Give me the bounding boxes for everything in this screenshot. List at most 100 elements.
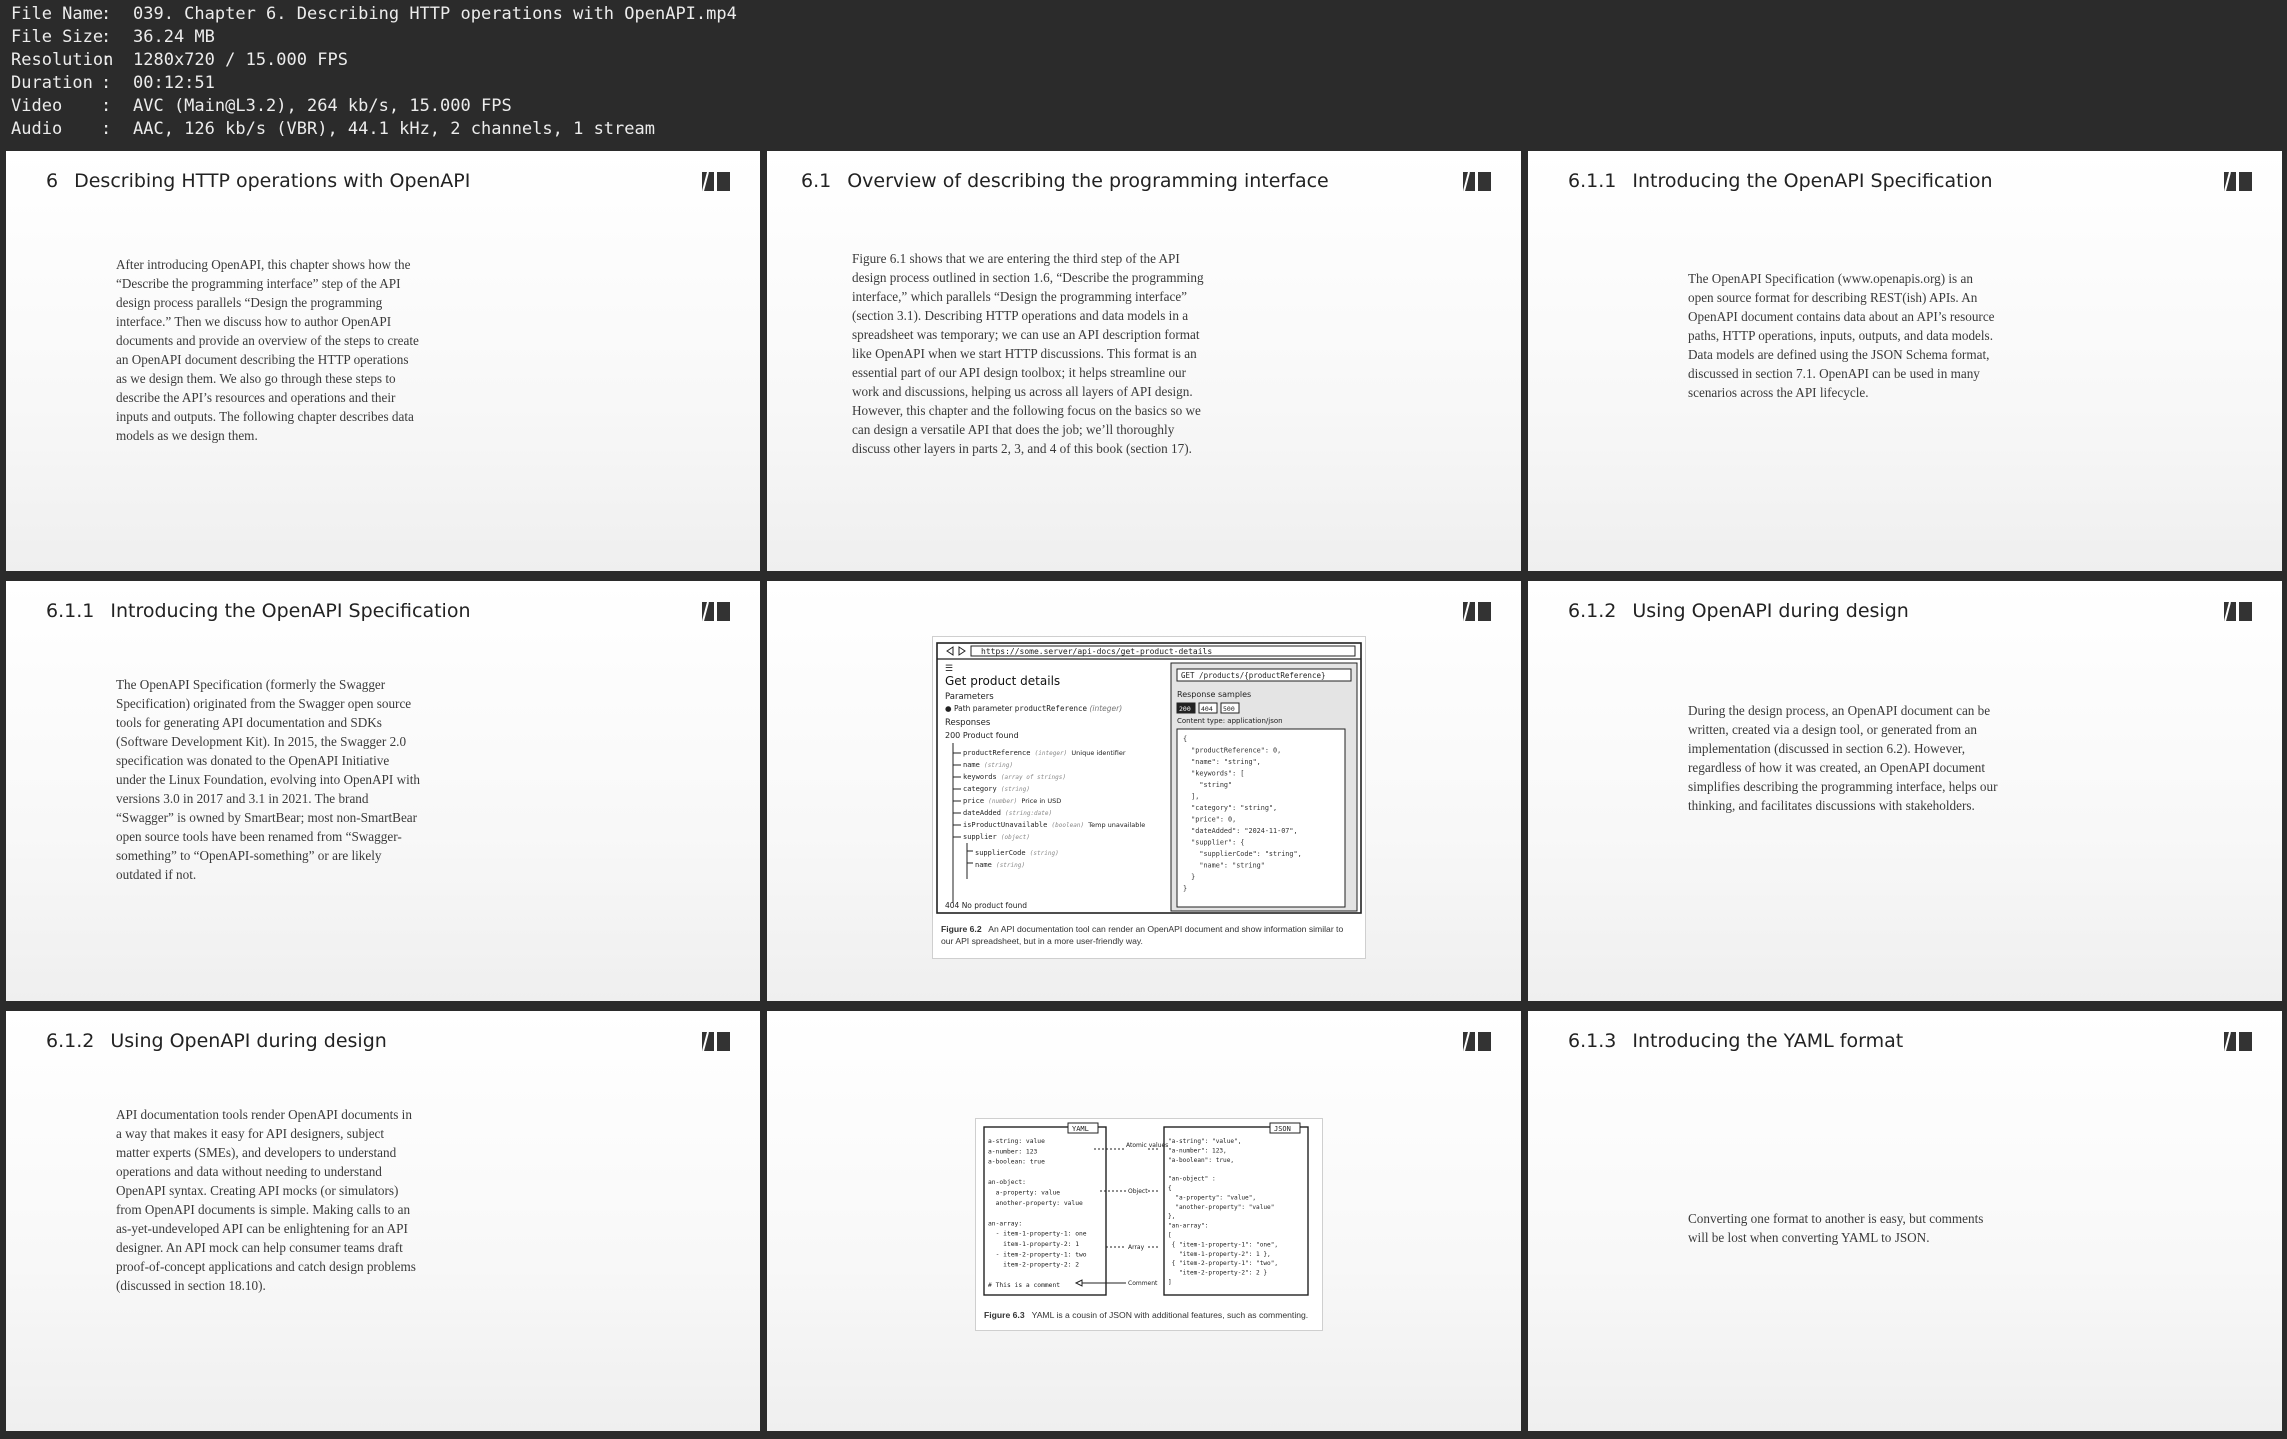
- section-title: Describing HTTP operations with OpenAPI: [74, 170, 471, 192]
- info-label: Video: [11, 96, 63, 116]
- slide-thumbnail[interactable]: 6.1.2 Using OpenAPI during design During …: [1528, 581, 2282, 1001]
- field-name: supplier: [963, 833, 997, 841]
- info-separator: :: [101, 27, 112, 47]
- file-info-row: File Name: 039. Chapter 6. Describing HTT…: [11, 3, 2287, 26]
- field-type: (string): [1030, 850, 1059, 857]
- yaml-line: a-string: value: [988, 1138, 1045, 1145]
- response-200-label: 200 Product found: [945, 731, 1019, 740]
- slide-thumbnail[interactable]: 6.1.2 Using OpenAPI during design API doc…: [6, 1011, 760, 1431]
- slide-thumbnail[interactable]: YAML JSON a-string: value a-number: 123 a-…: [767, 1011, 1521, 1431]
- info-separator: :: [101, 4, 112, 24]
- caption-label: Figure 6.3: [984, 1310, 1025, 1320]
- label-array: Array: [1128, 1244, 1145, 1251]
- slide-thumbnail[interactable]: 6.1.3 Introducing the YAML format Convert…: [1528, 1011, 2282, 1431]
- caption-label: Figure 6.2: [941, 924, 982, 934]
- slide-body-text: The OpenAPI Specification (www.openapis.…: [1688, 271, 1995, 400]
- book-logo-icon: [702, 601, 730, 622]
- schema-field: productReference (integer) Unique identi…: [963, 749, 1126, 757]
- yaml-json-illustration: YAML JSON a-string: value a-number: 123 a-…: [983, 1122, 1309, 1296]
- json-sample-line: {: [1183, 735, 1187, 743]
- schema-field: keywords (array of strings): [963, 773, 1066, 781]
- json-sample-line: "supplierCode": "string",: [1183, 850, 1302, 858]
- yaml-line: item-1-property-2: 1: [988, 1241, 1079, 1248]
- path-param-label: ● Path parameter productReference (integ…: [945, 704, 1122, 713]
- yaml-tag: YAML: [1072, 1125, 1089, 1133]
- schema-field: category (string): [963, 785, 1030, 793]
- figure-6-2: https://some.server/api-docs/get-product…: [932, 636, 1366, 959]
- info-separator: :: [101, 73, 112, 93]
- json-line: "an-array":: [1168, 1223, 1208, 1230]
- info-value: 00:12:51: [133, 73, 215, 93]
- file-info-row: Video: AVC (Main@L3.2), 264 kb/s, 15.000 …: [11, 95, 2287, 118]
- field-type: (string): [984, 762, 1013, 769]
- section-number: 6.1.1: [46, 600, 95, 622]
- field-note: Price in USD: [1021, 797, 1061, 805]
- field-type: (integer): [1035, 750, 1068, 757]
- json-line: "an-object" :: [1168, 1176, 1216, 1183]
- section-number: 6.1.2: [1568, 600, 1617, 622]
- yaml-line: - item-1-property-1: one: [988, 1231, 1087, 1238]
- json-tag: JSON: [1274, 1125, 1291, 1133]
- field-type: (number): [988, 798, 1017, 805]
- section-title: Introducing the YAML format: [1632, 1030, 1904, 1052]
- path-param-type: (integer): [1089, 704, 1122, 713]
- slide-title: 6.1.1 Introducing the OpenAPI Specificati…: [46, 600, 471, 622]
- section-number: 6.1.3: [1568, 1030, 1617, 1052]
- label-object: Object: [1128, 1188, 1148, 1195]
- section-number: 6.1: [801, 170, 832, 192]
- slide-body-text: After introducing OpenAPI, this chapter …: [116, 257, 419, 443]
- thumbnail-grid: 6 Describing HTTP operations with OpenAPI…: [6, 151, 2282, 1434]
- endpoint-label: GET /products/{productReference}: [1181, 671, 1326, 680]
- slide-thumbnail[interactable]: https://some.server/api-docs/get-product…: [767, 581, 1521, 1001]
- json-sample-line: "keywords": [: [1183, 770, 1244, 778]
- section-number: 6.1.2: [46, 1030, 95, 1052]
- slide-title: 6.1 Overview of describing the programmin…: [801, 170, 1329, 192]
- section-title: Using OpenAPI during design: [1632, 600, 1909, 622]
- field-name: keywords: [963, 773, 997, 781]
- slide-thumbnail[interactable]: 6 Describing HTTP operations with OpenAPI…: [6, 151, 760, 571]
- info-value: 1280x720 / 15.000 FPS: [133, 50, 348, 70]
- json-line: "item-2-property-2": 2 }: [1168, 1270, 1267, 1277]
- info-label: File Size: [11, 27, 104, 47]
- json-line: { "item-2-property-1": "two",: [1168, 1260, 1278, 1267]
- slide-body-text: During the design process, an OpenAPI do…: [1688, 703, 1998, 813]
- slide-thumbnail[interactable]: 6.1.1 Introducing the OpenAPI Specificati…: [6, 581, 760, 1001]
- json-sample-line: }: [1183, 873, 1195, 881]
- json-sample-line: "name": "string": [1183, 862, 1265, 870]
- responses-label: Responses: [945, 718, 991, 728]
- json-sample-line: "price": 0,: [1183, 816, 1236, 824]
- json-line: { "item-1-property-1": "one",: [1168, 1241, 1278, 1248]
- json-sample-line: }: [1183, 885, 1187, 893]
- info-value: 36.24 MB: [133, 27, 215, 47]
- slide-thumbnail[interactable]: 6.1 Overview of describing the programmin…: [767, 151, 1521, 571]
- menu-icon: ☰: [945, 664, 953, 674]
- status-code-label: 500: [1223, 705, 1235, 713]
- slide-body-text: Converting one format to another is easy…: [1688, 1211, 1984, 1245]
- json-line: {: [1168, 1185, 1172, 1192]
- section-title: Introducing the OpenAPI Specification: [1632, 170, 1993, 192]
- figure-6-3: YAML JSON a-string: value a-number: 123 a-…: [975, 1118, 1323, 1331]
- file-info-row: File Size: 36.24 MB: [11, 26, 2287, 49]
- book-logo-icon: [1463, 1031, 1491, 1052]
- info-separator: :: [101, 50, 112, 70]
- json-line: ]: [1168, 1279, 1172, 1286]
- figure-caption: Figure 6.3 YAML is a cousin of JSON with…: [984, 1309, 1314, 1321]
- json-sample-line: "productReference": 0,: [1183, 747, 1281, 755]
- slide-thumbnail[interactable]: 6.1.1 Introducing the OpenAPI Specificati…: [1528, 151, 2282, 571]
- json-line: "a-boolean": true,: [1168, 1157, 1234, 1164]
- schema-field: dateAdded (string:date): [963, 809, 1052, 817]
- section-title: Using OpenAPI during design: [110, 1030, 387, 1052]
- schema-field: supplierCode (string): [975, 849, 1059, 857]
- schema-field: isProductUnavailable (boolean) Temp unav…: [963, 821, 1145, 829]
- info-value: 039. Chapter 6. Describing HTTP operatio…: [133, 4, 737, 24]
- yaml-line: another-property: value: [988, 1200, 1083, 1207]
- field-note: Unique identifier: [1071, 749, 1125, 757]
- json-sample-line: "name": "string",: [1183, 758, 1261, 766]
- yaml-line: # This is a comment: [988, 1282, 1060, 1289]
- info-label: Duration: [11, 73, 93, 93]
- field-name: name: [975, 861, 992, 869]
- json-sample-line: ],: [1183, 793, 1199, 801]
- field-type: (string:date): [1005, 810, 1052, 817]
- info-label: File Name: [11, 4, 104, 24]
- info-label: Audio: [11, 119, 63, 139]
